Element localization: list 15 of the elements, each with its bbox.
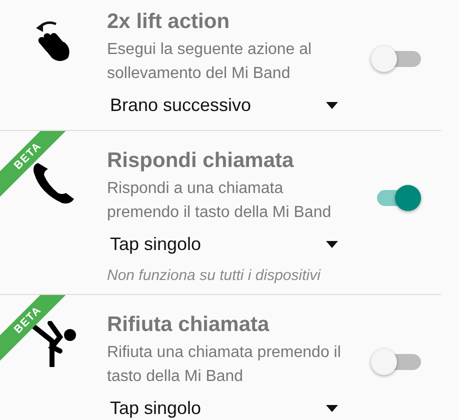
note-text: Non funziona su tutti i dispositivi [107, 267, 322, 284]
caret-icon [326, 102, 338, 109]
setting-title: Rifiuta chiamata [107, 312, 270, 338]
setting-title: Rispondi chiamata [107, 148, 295, 174]
caret-icon [326, 241, 338, 248]
action-dropdown[interactable]: Tap singolo [110, 230, 338, 259]
caret-icon [326, 405, 338, 412]
setting-description: Rifiuta una chiamata premendo il tasto della Mi Band [107, 343, 342, 387]
toggle-switch[interactable] [371, 349, 421, 375]
setting-title: 2x lift action [107, 9, 231, 35]
toggle-switch[interactable] [371, 46, 421, 72]
action-dropdown[interactable]: Brano successivo [110, 91, 338, 120]
action-dropdown[interactable]: Tap singolo [110, 394, 338, 420]
setting-description: Rispondi a una chiamata premendo il tasto della Mi Band [107, 179, 332, 223]
setting-description: Esegui la seguente azione al sollevamento del Mi Band [107, 40, 313, 84]
